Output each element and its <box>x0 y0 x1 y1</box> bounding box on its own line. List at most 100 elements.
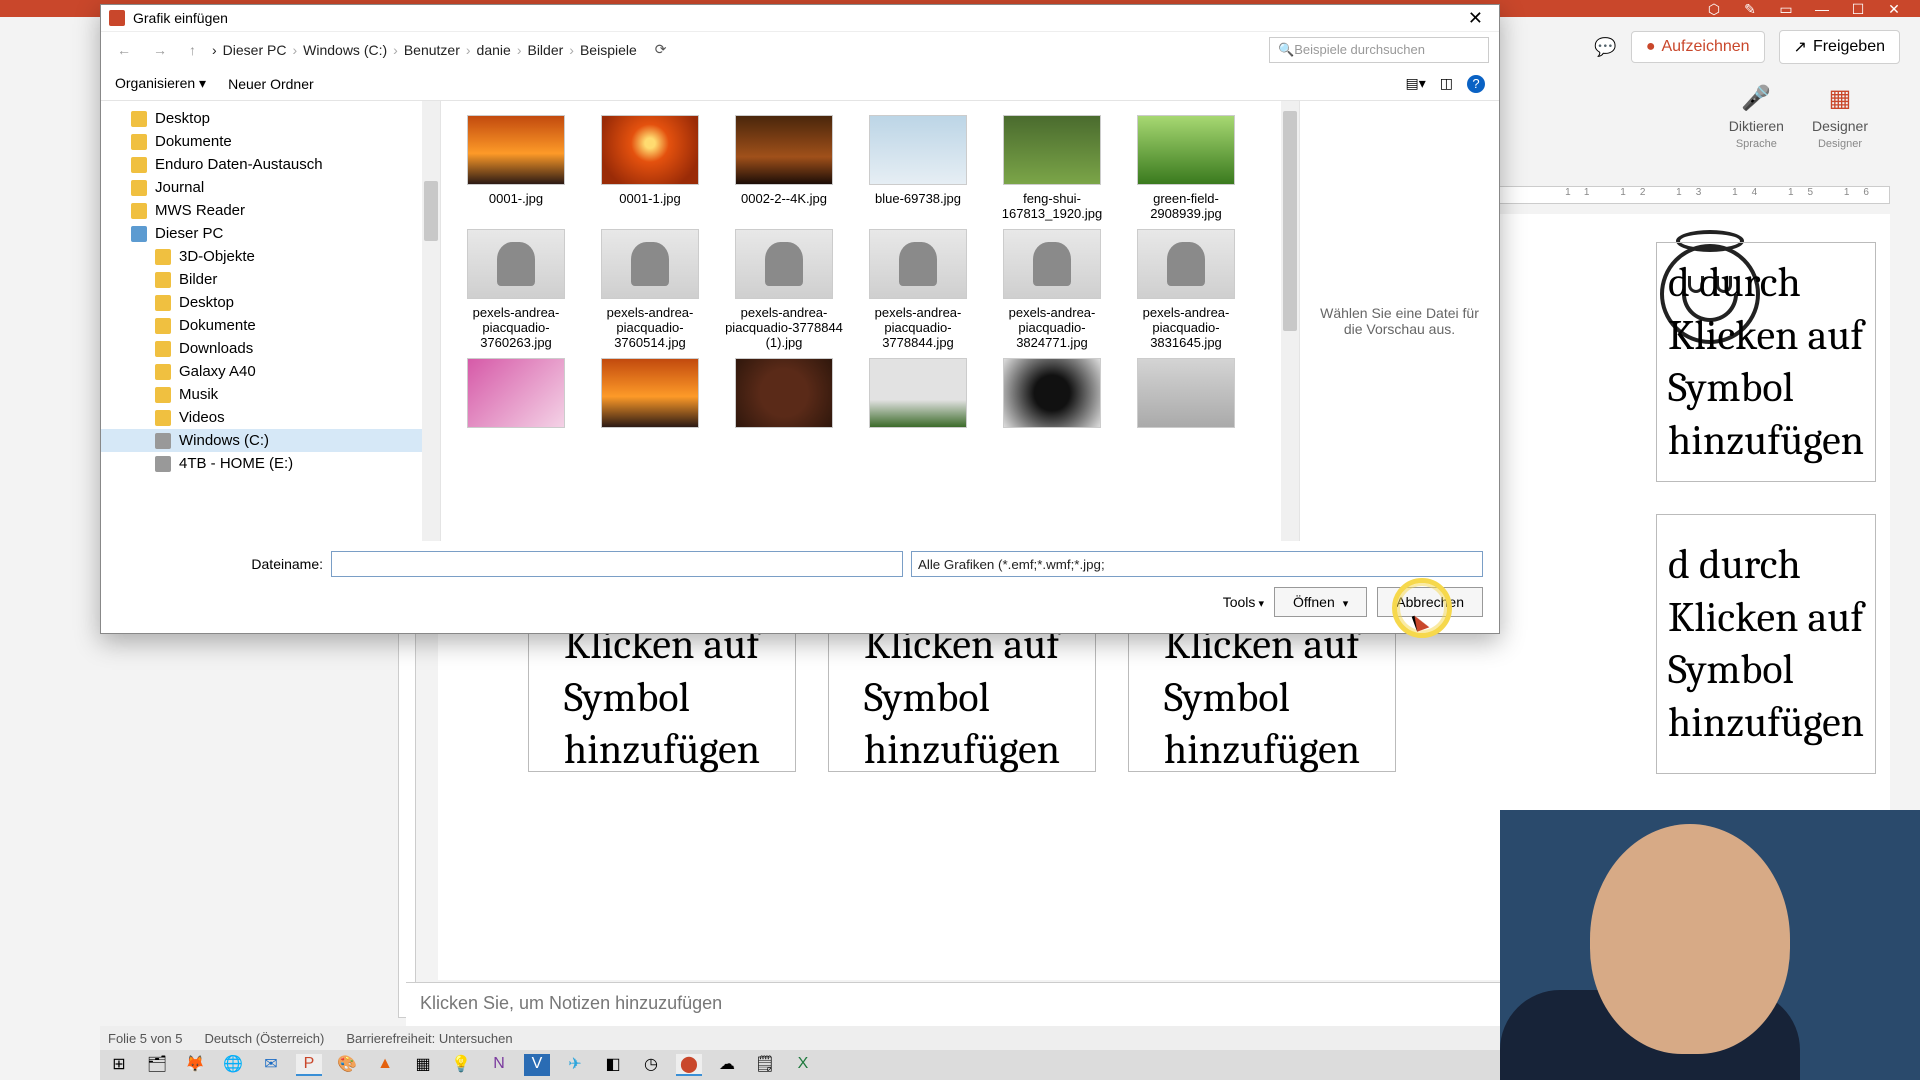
firefox-icon[interactable]: 🦊 <box>182 1054 208 1076</box>
close-icon[interactable]: ✕ <box>1886 1 1902 17</box>
tree-item[interactable]: Dokumente <box>101 130 440 153</box>
comments-icon[interactable]: 💬 <box>1594 37 1616 58</box>
placeholder-2[interactable]: Klicken auf Symbol hinzufügen <box>528 624 796 772</box>
powerpoint-icon[interactable]: P <box>296 1054 322 1076</box>
file-name: green-field-2908939.jpg <box>1121 191 1251 221</box>
file-tile[interactable]: 0001-.jpg <box>451 115 581 221</box>
tree-item[interactable]: 4TB - HOME (E:) <box>101 452 440 475</box>
app-icon-5[interactable]: ◧ <box>600 1054 626 1076</box>
file-grid[interactable]: 0001-.jpg0001-1.jpg0002-2--4K.jpgblue-69… <box>441 101 1281 541</box>
dictate-group[interactable]: 🎤 Diktieren Sprache <box>1717 78 1796 154</box>
placeholder-3[interactable]: Klicken auf Symbol hinzufügen <box>828 624 1096 772</box>
thumbnail <box>1137 229 1235 299</box>
tree-item[interactable]: Desktop <box>101 291 440 314</box>
designer-group[interactable]: ▦ Designer Designer <box>1800 78 1880 154</box>
file-tile[interactable]: pexels-andrea-piacquadio-3778844.jpg <box>853 229 983 350</box>
files-scrollbar[interactable] <box>1281 101 1299 541</box>
cancel-button[interactable]: Abbrechen <box>1377 587 1483 617</box>
outlook-icon[interactable]: ✉ <box>258 1054 284 1076</box>
app-icon-9[interactable]: 🗒 <box>752 1054 778 1076</box>
minimize-icon[interactable]: — <box>1814 1 1830 17</box>
preview-pane: Wählen Sie eine Datei für die Vorschau a… <box>1299 101 1499 541</box>
breadcrumb[interactable]: › Dieser PC› Windows (C:)› Benutzer› dan… <box>212 42 637 58</box>
app-icon-3[interactable]: 💡 <box>448 1054 474 1076</box>
view-mode-icon[interactable]: ▤▾ <box>1406 75 1426 92</box>
tree-item[interactable]: Downloads <box>101 337 440 360</box>
nav-back-icon[interactable]: ← <box>111 40 137 60</box>
tree-item[interactable]: Windows (C:) <box>101 429 440 452</box>
app-icon-2[interactable]: ▦ <box>410 1054 436 1076</box>
thumbnail <box>1137 358 1235 428</box>
tree-item[interactable]: Videos <box>101 406 440 429</box>
file-tile[interactable] <box>719 358 849 434</box>
tree-item[interactable]: Enduro Daten-Austausch <box>101 153 440 176</box>
file-name: feng-shui-167813_1920.jpg <box>987 191 1117 221</box>
tree-scrollbar[interactable] <box>422 101 440 541</box>
preview-toggle-icon[interactable]: ◫ <box>1440 75 1453 92</box>
title-btn-3[interactable]: ▭ <box>1778 1 1794 17</box>
maximize-icon[interactable]: ☐ <box>1850 1 1866 17</box>
excel-icon[interactable]: X <box>790 1054 816 1076</box>
title-btn-1[interactable]: ⬡ <box>1706 1 1722 17</box>
organise-menu[interactable]: Organisieren ▾ <box>115 75 206 92</box>
filename-input[interactable] <box>331 551 903 577</box>
file-tile[interactable]: 0002-2--4K.jpg <box>719 115 849 221</box>
file-tile[interactable] <box>451 358 581 434</box>
search-input[interactable]: 🔍 Beispiele durchsuchen <box>1269 37 1489 63</box>
dialog-close-icon[interactable]: ✕ <box>1460 8 1491 29</box>
record-button[interactable]: ● Aufzeichnen <box>1631 31 1765 63</box>
file-tile[interactable] <box>987 358 1117 434</box>
vlc-icon[interactable]: ▲ <box>372 1054 398 1076</box>
placeholder-1[interactable]: d durch Klicken auf Symbol hinzufügen <box>1656 242 1876 482</box>
help-icon[interactable]: ? <box>1467 75 1485 93</box>
tools-menu[interactable]: Tools <box>1223 594 1264 610</box>
app-icon-4[interactable]: V <box>524 1054 550 1076</box>
start-icon[interactable]: ⊞ <box>106 1054 132 1076</box>
app-icon-8[interactable]: ☁ <box>714 1054 740 1076</box>
folder-icon <box>131 203 147 219</box>
tree-item[interactable]: Journal <box>101 176 440 199</box>
tree-item[interactable]: Dieser PC <box>101 222 440 245</box>
telegram-icon[interactable]: ✈ <box>562 1054 588 1076</box>
open-button[interactable]: Öffnen <box>1274 587 1367 617</box>
file-tile[interactable]: pexels-andrea-piacquadio-3760263.jpg <box>451 229 581 350</box>
app-icon-1[interactable]: 🎨 <box>334 1054 360 1076</box>
file-tile[interactable]: green-field-2908939.jpg <box>1121 115 1251 221</box>
title-btn-2[interactable]: ✎ <box>1742 1 1758 17</box>
tree-item[interactable]: Dokumente <box>101 314 440 337</box>
file-tile[interactable]: pexels-andrea-piacquadio-3831645.jpg <box>1121 229 1251 350</box>
file-name: pexels-andrea-piacquadio-3824771.jpg <box>987 305 1117 350</box>
nav-fwd-icon[interactable]: → <box>147 40 173 60</box>
share-button[interactable]: ↗ Freigeben <box>1779 30 1900 64</box>
new-folder-button[interactable]: Neuer Ordner <box>228 76 314 92</box>
file-tile[interactable]: pexels-andrea-piacquadio-3824771.jpg <box>987 229 1117 350</box>
app-icon-6[interactable]: ◷ <box>638 1054 664 1076</box>
tree-item[interactable]: 3D-Objekte <box>101 245 440 268</box>
status-accessibility[interactable]: Barrierefreiheit: Untersuchen <box>346 1031 512 1046</box>
file-tile[interactable]: blue-69738.jpg <box>853 115 983 221</box>
placeholder-5[interactable]: d durch Klicken auf Symbol hinzufügen <box>1656 514 1876 774</box>
onenote-icon[interactable]: N <box>486 1054 512 1076</box>
file-tile[interactable] <box>1121 358 1251 434</box>
placeholder-4[interactable]: Klicken auf Symbol hinzufügen <box>1128 624 1396 772</box>
tree-item[interactable]: Desktop <box>101 107 440 130</box>
file-tile[interactable]: pexels-andrea-piacquadio-3778844 (1).jpg <box>719 229 849 350</box>
tree-item[interactable]: Galaxy A40 <box>101 360 440 383</box>
chrome-icon[interactable]: 🌐 <box>220 1054 246 1076</box>
app-icon-7[interactable]: ⬤ <box>676 1054 702 1076</box>
file-tile[interactable] <box>853 358 983 434</box>
folder-tree[interactable]: DesktopDokumenteEnduro Daten-AustauschJo… <box>101 101 441 541</box>
file-tile[interactable]: feng-shui-167813_1920.jpg <box>987 115 1117 221</box>
explorer-icon[interactable]: 🗂 <box>144 1054 170 1076</box>
file-tile[interactable]: 0001-1.jpg <box>585 115 715 221</box>
refresh-icon[interactable]: ⟳ <box>647 39 675 60</box>
filetype-select[interactable] <box>911 551 1483 577</box>
tree-item[interactable]: Bilder <box>101 268 440 291</box>
nav-up-icon[interactable]: ↑ <box>183 40 202 60</box>
file-tile[interactable]: pexels-andrea-piacquadio-3760514.jpg <box>585 229 715 350</box>
dialog-title: Grafik einfügen <box>133 10 228 26</box>
file-tile[interactable] <box>585 358 715 434</box>
tree-item[interactable]: MWS Reader <box>101 199 440 222</box>
status-lang[interactable]: Deutsch (Österreich) <box>204 1031 324 1046</box>
tree-item[interactable]: Musik <box>101 383 440 406</box>
